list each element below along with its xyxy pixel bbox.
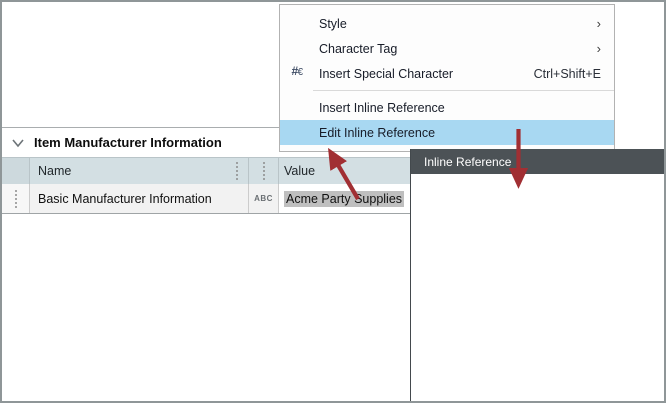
dialog-titlebar[interactable]: Inline Reference (411, 149, 666, 174)
menu-item-insert-inline-reference[interactable]: Insert Inline Reference (280, 95, 614, 120)
dialog-title: Inline Reference (424, 155, 511, 169)
chevron-down-icon[interactable] (11, 138, 25, 148)
menu-item-label: Insert Special Character (319, 67, 534, 81)
inline-reference-dialog: Inline Reference (410, 149, 666, 403)
column-header-value[interactable]: Value (279, 157, 412, 184)
row-value-cell[interactable]: Acme Party Supplies (279, 184, 412, 213)
row-drag-handle[interactable] (2, 184, 30, 213)
context-menu: Style › Character Tag › #€ Insert Specia… (279, 4, 615, 152)
table-row[interactable]: Basic Manufacturer Information ABC Acme … (2, 184, 412, 214)
column-header-value-label: Value (284, 164, 315, 178)
header-handle-cell (2, 157, 30, 184)
menu-item-label: Insert Inline Reference (319, 101, 614, 115)
column-header-name[interactable]: Name (30, 157, 249, 184)
drag-handle-icon[interactable] (15, 190, 17, 208)
menu-item-label: Style (319, 17, 597, 31)
menu-item-label: Edit Inline Reference (319, 126, 614, 140)
app-root: Item Manufacturer Information Name Value… (0, 0, 666, 403)
selected-value-text[interactable]: Acme Party Supplies (284, 191, 404, 207)
menu-shortcut: Ctrl+Shift+E (534, 67, 601, 81)
menu-separator (313, 90, 614, 91)
column-header-name-label: Name (38, 164, 71, 178)
menu-item-style[interactable]: Style › (280, 11, 614, 36)
menu-item-edit-inline-reference[interactable]: Edit Inline Reference (280, 120, 614, 145)
submenu-arrow-icon: › (597, 16, 601, 31)
table-header-row: Name Value (2, 157, 412, 184)
row-name-cell[interactable]: Basic Manufacturer Information (30, 184, 249, 213)
column-menu-icon[interactable] (236, 162, 238, 180)
menu-item-insert-special-character[interactable]: #€ Insert Special Character Ctrl+Shift+E (280, 61, 614, 86)
row-type-cell: ABC (249, 184, 279, 213)
column-menu-icon[interactable] (263, 162, 265, 180)
special-character-icon: #€ (292, 66, 308, 81)
section-title: Item Manufacturer Information (34, 135, 222, 150)
menu-item-label: Character Tag (319, 42, 597, 56)
column-header-type[interactable] (249, 157, 279, 184)
abc-type-icon: ABC (254, 194, 273, 203)
submenu-arrow-icon: › (597, 41, 601, 56)
row-name-label: Basic Manufacturer Information (38, 192, 212, 206)
menu-item-character-tag[interactable]: Character Tag › (280, 36, 614, 61)
